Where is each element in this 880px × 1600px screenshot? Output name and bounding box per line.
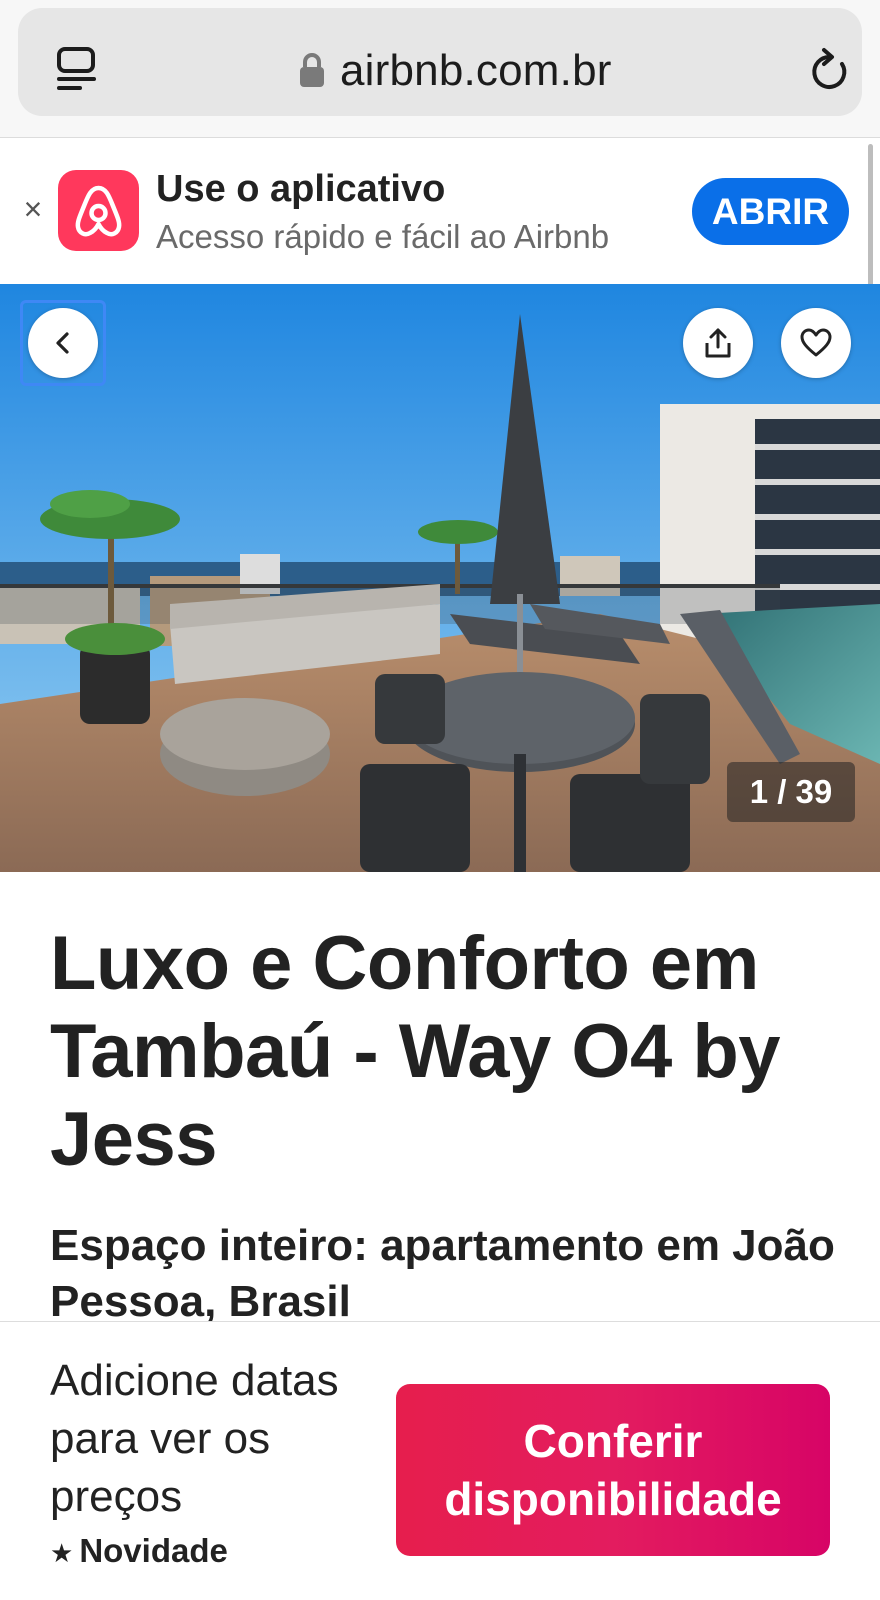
- price-note: Adicione datas para ver os preços: [50, 1356, 339, 1521]
- close-icon[interactable]: ×: [20, 193, 46, 225]
- lock-icon: [300, 53, 324, 87]
- airbnb-logo-icon: [75, 185, 122, 237]
- check-availability-button[interactable]: Conferir disponibilidade: [396, 1384, 830, 1556]
- booking-footer: Adicione datas para ver os preços ★ Novid…: [0, 1321, 880, 1600]
- star-icon: ★: [50, 1538, 74, 1568]
- back-button[interactable]: [28, 308, 98, 378]
- photo-counter: 1 / 39: [727, 762, 855, 822]
- banner-title: Use o aplicativo: [156, 168, 446, 210]
- share-icon: [705, 328, 731, 358]
- heart-icon: [800, 328, 832, 357]
- back-arrow-icon: [56, 332, 69, 354]
- listing-photo[interactable]: 1 / 39: [0, 284, 880, 872]
- banner-subtitle: Acesso rápido e fácil ao Airbnb: [156, 218, 610, 255]
- rating-text: Novidade: [79, 1532, 228, 1569]
- address-bar[interactable]: airbnb.com.br: [18, 8, 862, 116]
- tabs-icon[interactable]: [56, 46, 98, 92]
- app-banner: × Use o aplicativo Acesso rápido e fácil…: [0, 138, 880, 284]
- check-availability-label: Conferir disponibilidade: [444, 1415, 782, 1525]
- reload-icon[interactable]: [808, 46, 852, 94]
- url-text[interactable]: airbnb.com.br: [340, 46, 612, 96]
- rating-label: ★ Novidade: [50, 1532, 228, 1570]
- airbnb-logo: [58, 170, 139, 251]
- share-button[interactable]: [683, 308, 753, 378]
- listing-subtitle: Espaço inteiro: apartamento em João Pess…: [50, 1221, 835, 1322]
- browser-toolbar: airbnb.com.br: [0, 0, 880, 138]
- open-app-button[interactable]: ABRIR: [692, 178, 849, 245]
- listing-title: Luxo e Conforto em Tambaú - Way O4 by Je…: [50, 921, 781, 1182]
- save-favorite-button[interactable]: [781, 308, 851, 378]
